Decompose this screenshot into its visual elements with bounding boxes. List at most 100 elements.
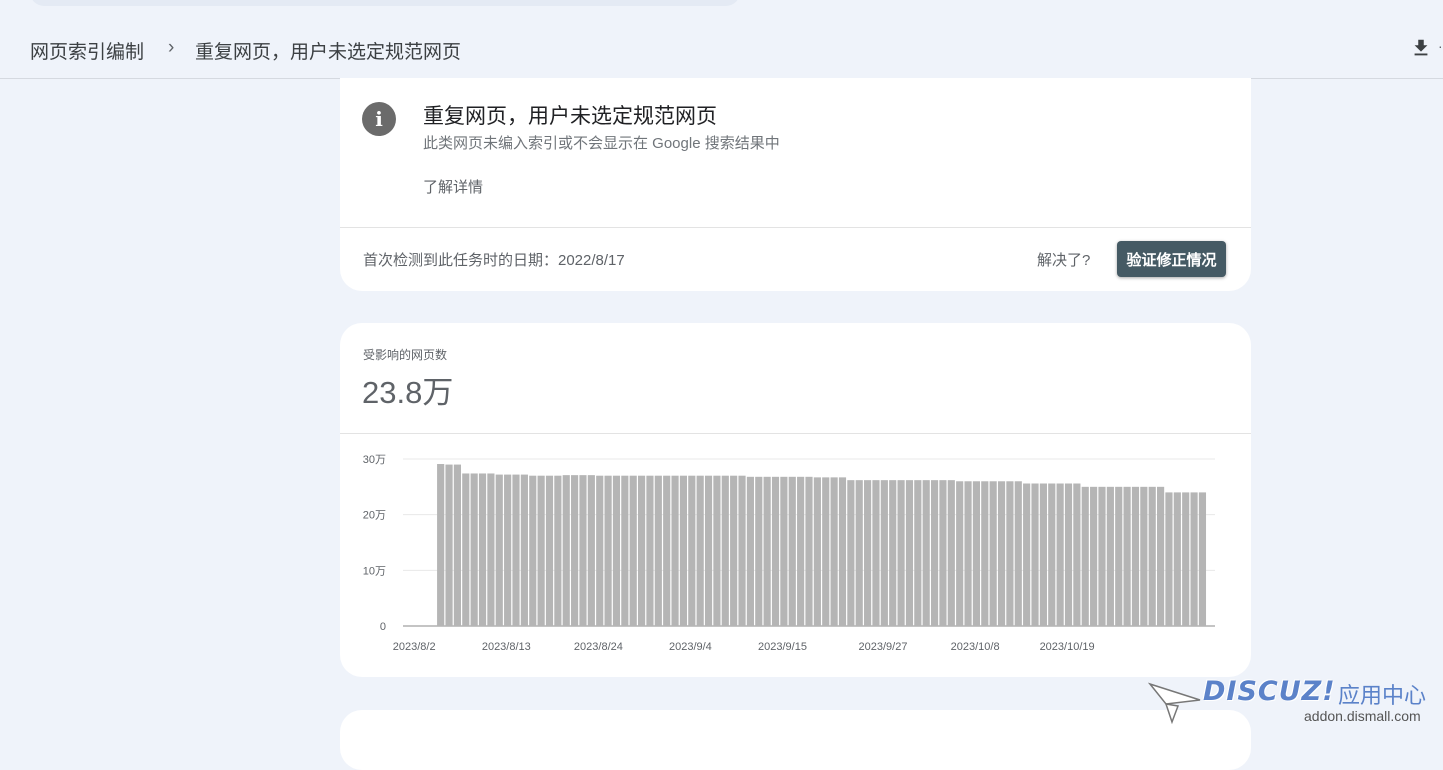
chart-bar[interactable] (956, 481, 964, 626)
chart-bar[interactable] (654, 475, 662, 626)
chart-bar[interactable] (730, 475, 738, 626)
chart-bar[interactable] (437, 464, 445, 626)
chart-bar[interactable] (679, 475, 688, 626)
chart-bar[interactable] (1081, 486, 1089, 626)
chart-bar[interactable] (905, 480, 914, 626)
chart-bar[interactable] (1106, 486, 1114, 626)
chart-bar[interactable] (989, 481, 997, 626)
chart-bar[interactable] (864, 480, 872, 626)
chart-bar[interactable] (822, 477, 830, 626)
chart-bar[interactable] (529, 475, 537, 626)
chart-bar[interactable] (1023, 483, 1031, 626)
chart-bar[interactable] (981, 481, 989, 626)
chart-bar[interactable] (587, 475, 595, 626)
chart-bar[interactable] (1115, 486, 1123, 626)
chart-bar[interactable] (746, 476, 754, 626)
chart-bar[interactable] (512, 474, 520, 626)
chart-bar[interactable] (1056, 483, 1064, 626)
chart-bar[interactable] (930, 480, 939, 626)
validate-fix-button[interactable]: 验证修正情况 (1117, 241, 1226, 277)
chart-bar[interactable] (1123, 486, 1131, 626)
chart-bar[interactable] (470, 473, 478, 626)
chart-bar[interactable] (604, 475, 612, 626)
chart-bar[interactable] (646, 475, 654, 626)
chart-bar[interactable] (1198, 492, 1207, 626)
chart-bar[interactable] (520, 474, 528, 626)
chart-bar[interactable] (771, 476, 780, 626)
chart-bar[interactable] (1031, 483, 1039, 626)
chart-bar[interactable] (612, 475, 621, 626)
chart-bar[interactable] (696, 475, 704, 626)
chart-bar[interactable] (671, 475, 679, 626)
chart-bar[interactable] (579, 475, 587, 626)
chart-bar[interactable] (453, 464, 461, 626)
resolved-question: 解决了? (1037, 252, 1091, 269)
chart-bar[interactable] (1173, 492, 1181, 626)
download-icon[interactable] (1410, 37, 1432, 59)
chart-bar[interactable] (504, 474, 512, 626)
chart-bar[interactable] (704, 475, 713, 626)
breadcrumb-root[interactable]: 网页索引编制 (30, 37, 144, 64)
chart-bar[interactable] (813, 477, 821, 626)
chart-bar[interactable] (554, 475, 562, 626)
chart-bar[interactable] (1014, 481, 1022, 626)
chart-bar[interactable] (478, 473, 487, 626)
chart-bar[interactable] (897, 480, 905, 626)
chart-bar[interactable] (972, 481, 981, 626)
chart-bar[interactable] (780, 476, 788, 626)
more-icon[interactable]: · (1438, 38, 1443, 54)
chart-bar[interactable] (738, 475, 746, 626)
chart-bar[interactable] (688, 475, 696, 626)
chart-bar[interactable] (1157, 486, 1165, 626)
chart-bar[interactable] (1090, 486, 1098, 626)
chart-bar[interactable] (922, 480, 930, 626)
chart-bar[interactable] (545, 475, 554, 626)
learn-more-link[interactable]: 了解详情 (423, 176, 483, 197)
chart-bar[interactable] (838, 477, 847, 626)
issue-description: 此类网页未编入索引或不会显示在 Google 搜索结果中 (423, 135, 780, 152)
chart-bar[interactable] (713, 475, 721, 626)
chart-bar[interactable] (1098, 486, 1106, 626)
chart-bar[interactable] (997, 481, 1006, 626)
chart-bar[interactable] (1148, 486, 1156, 626)
chart-bar[interactable] (1073, 483, 1081, 626)
chart-bar[interactable] (571, 475, 579, 626)
chart-bar[interactable] (537, 475, 545, 626)
chart-bar[interactable] (889, 480, 897, 626)
chart-bar[interactable] (855, 480, 863, 626)
chart-bar[interactable] (797, 476, 805, 626)
chart-bar[interactable] (562, 475, 570, 626)
chart-bar[interactable] (1165, 492, 1173, 626)
chart-bar[interactable] (462, 473, 470, 626)
chart-bar[interactable] (721, 475, 729, 626)
chart-bar[interactable] (1048, 483, 1056, 626)
chart-bar[interactable] (847, 480, 855, 626)
chart-bar[interactable] (629, 475, 637, 626)
chart-bar[interactable] (663, 475, 671, 626)
chart-bar[interactable] (596, 475, 604, 626)
chart-bar[interactable] (621, 475, 629, 626)
chart-bar[interactable] (1190, 492, 1198, 626)
chart-bar[interactable] (1182, 492, 1190, 626)
chart-bar[interactable] (1064, 483, 1073, 626)
chart-bar[interactable] (914, 480, 922, 626)
chart-bar[interactable] (964, 481, 972, 626)
chart-bar[interactable] (1140, 486, 1148, 626)
chart-bar[interactable] (487, 473, 495, 626)
chart-bar[interactable] (763, 476, 771, 626)
chevron-right-icon: › (168, 37, 175, 58)
chart-bar[interactable] (788, 476, 796, 626)
chart-bar[interactable] (939, 480, 947, 626)
chart-bar[interactable] (637, 475, 646, 626)
chart-bar[interactable] (1131, 486, 1140, 626)
chart-bar[interactable] (1006, 481, 1014, 626)
chart-bar[interactable] (805, 476, 813, 626)
chart-bar[interactable] (755, 476, 763, 626)
chart-bar[interactable] (830, 477, 838, 626)
chart-bar[interactable] (1039, 483, 1047, 626)
chart-bar[interactable] (495, 474, 503, 626)
chart-bar[interactable] (947, 480, 955, 626)
chart-bar[interactable] (445, 464, 453, 626)
chart-bar[interactable] (880, 480, 888, 626)
chart-bar[interactable] (872, 480, 880, 626)
